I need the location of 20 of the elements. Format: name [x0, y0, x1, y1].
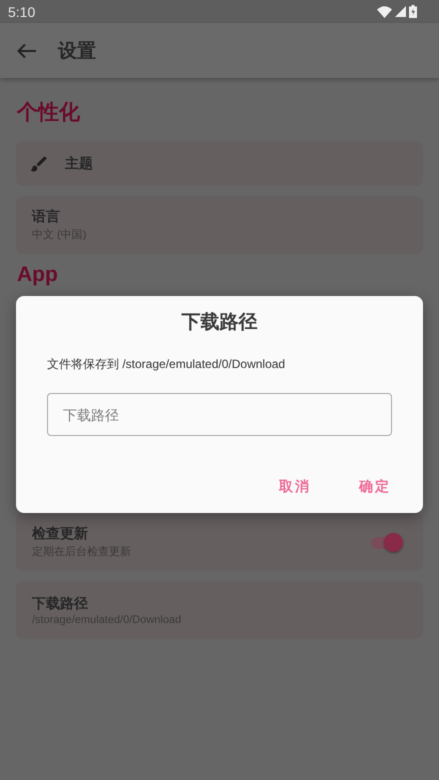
dialog-message: 文件将保存到 /storage/emulated/0/Download	[47, 356, 286, 373]
brush-icon	[29, 154, 49, 174]
section-header: App	[17, 264, 59, 286]
signal-icon	[395, 6, 406, 17]
back-arrow-icon[interactable]	[17, 42, 37, 58]
toggle-switch[interactable]	[369, 532, 403, 552]
dialog-button[interactable]: 确定	[355, 474, 395, 500]
battery-icon	[409, 5, 417, 18]
dialog-button[interactable]: 取消	[275, 474, 315, 500]
item-title: 下载路径	[32, 594, 89, 612]
item-title: 检查更新	[32, 525, 89, 543]
status-time: 5:10	[8, 4, 36, 20]
page-title: 设置	[58, 40, 96, 64]
dialog-title: 下载路径	[180, 311, 258, 335]
wifi-icon	[377, 6, 392, 18]
item-title: 语言	[32, 208, 61, 226]
settings-card[interactable]: 主题	[16, 141, 423, 186]
input-field[interactable]: 下载路径	[47, 393, 392, 436]
item-title: 主题	[65, 154, 93, 172]
section-header: 个性化	[17, 100, 81, 126]
